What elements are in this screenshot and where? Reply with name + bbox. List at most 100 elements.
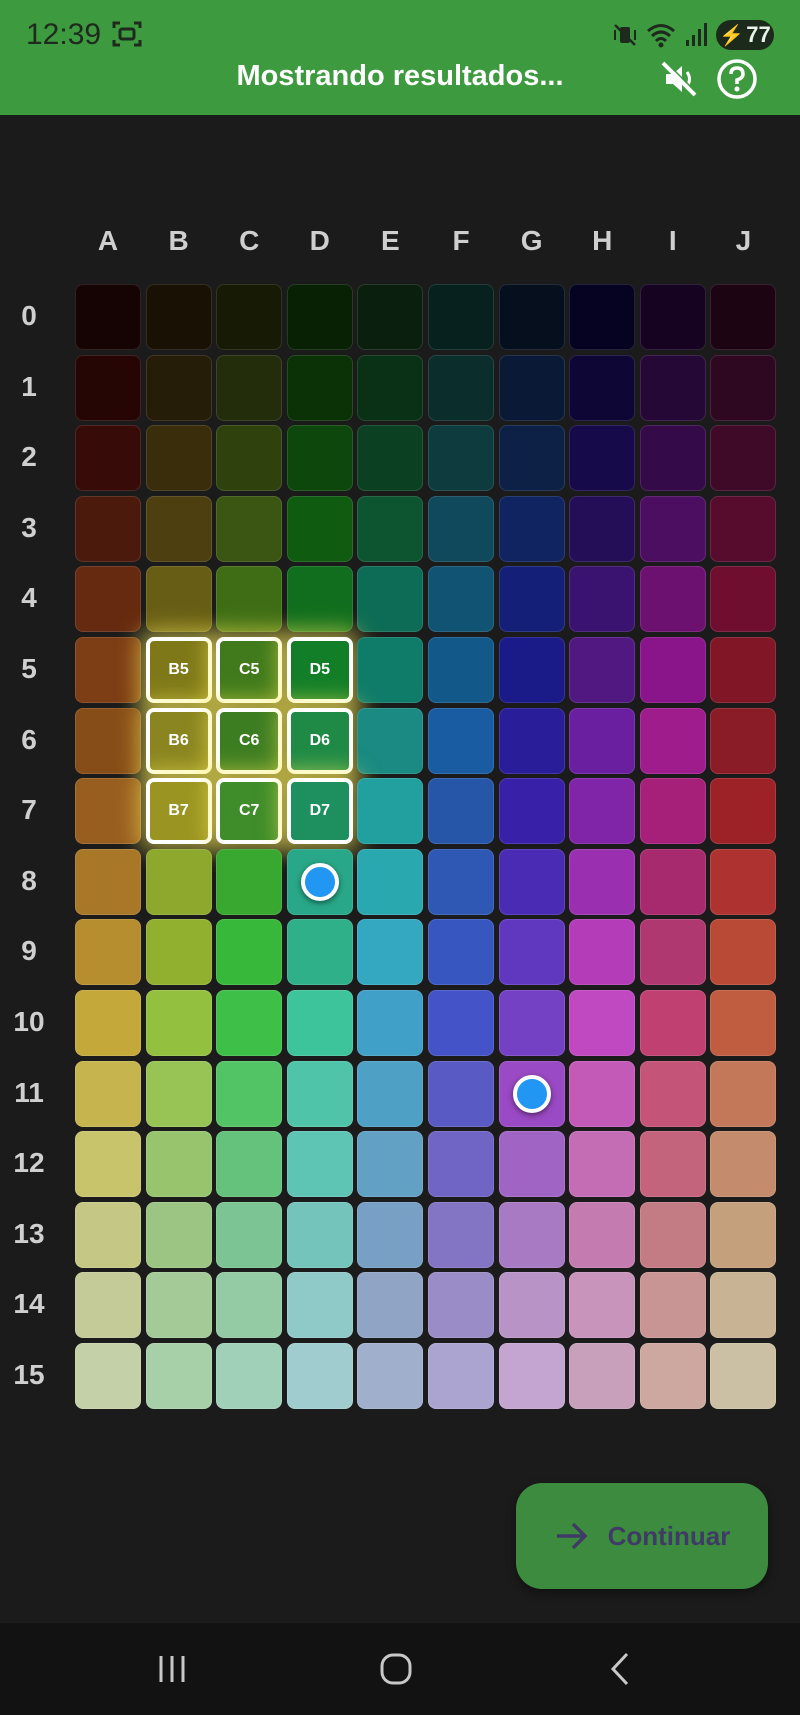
grid-cell-j5[interactable]	[710, 637, 777, 703]
grid-cell-j0[interactable]	[710, 284, 777, 350]
grid-cell-h11[interactable]	[569, 1060, 636, 1127]
grid-cell-j2[interactable]	[710, 425, 777, 492]
grid-cell-j8[interactable]	[710, 848, 777, 915]
grid-cell-h15[interactable]	[569, 1343, 636, 1409]
grid-cell-e6[interactable]	[357, 707, 424, 774]
grid-cell-e4[interactable]	[357, 566, 424, 633]
grid-cell-h14[interactable]	[569, 1272, 636, 1339]
grid-cell-e10[interactable]	[357, 990, 424, 1056]
grid-cell-i2[interactable]	[639, 425, 706, 492]
recent-apps-icon[interactable]	[142, 1643, 202, 1695]
grid-cell-f15[interactable]	[428, 1343, 494, 1409]
grid-cell-a7[interactable]	[75, 778, 141, 845]
grid-cell-i8[interactable]	[639, 848, 706, 915]
grid-cell-e1[interactable]	[357, 354, 424, 421]
grid-cell-c8[interactable]	[216, 848, 283, 915]
grid-cell-f13[interactable]	[428, 1201, 494, 1268]
grid-cell-b9[interactable]	[145, 919, 212, 986]
grid-cell-c5[interactable]: C5	[216, 637, 283, 703]
grid-cell-a0[interactable]	[75, 284, 141, 350]
grid-cell-f2[interactable]	[428, 425, 494, 492]
grid-cell-e3[interactable]	[357, 495, 424, 562]
grid-cell-c3[interactable]	[216, 495, 283, 562]
grid-cell-e15[interactable]	[357, 1343, 424, 1409]
grid-cell-i5[interactable]	[639, 637, 706, 703]
grid-cell-e0[interactable]	[357, 284, 424, 350]
grid-cell-h1[interactable]	[569, 354, 636, 421]
grid-cell-h7[interactable]	[569, 778, 636, 845]
grid-cell-b8[interactable]	[145, 848, 212, 915]
grid-cell-i1[interactable]	[639, 354, 706, 421]
grid-cell-d15[interactable]	[286, 1343, 353, 1409]
grid-cell-d3[interactable]	[286, 495, 353, 562]
grid-cell-b2[interactable]	[145, 425, 212, 492]
grid-cell-i14[interactable]	[639, 1272, 706, 1339]
grid-cell-j4[interactable]	[710, 566, 777, 633]
grid-cell-a11[interactable]	[75, 1060, 141, 1127]
grid-cell-c12[interactable]	[216, 1131, 283, 1198]
grid-cell-g3[interactable]	[498, 495, 565, 562]
grid-cell-a13[interactable]	[75, 1201, 141, 1268]
home-icon[interactable]	[366, 1643, 426, 1695]
grid-cell-j3[interactable]	[710, 495, 777, 562]
grid-cell-j10[interactable]	[710, 990, 777, 1056]
grid-cell-c10[interactable]	[216, 990, 283, 1056]
grid-cell-d13[interactable]	[286, 1201, 353, 1268]
grid-cell-e7[interactable]	[357, 778, 424, 845]
grid-cell-f8[interactable]	[428, 848, 494, 915]
grid-cell-h6[interactable]	[569, 707, 636, 774]
grid-cell-i11[interactable]	[639, 1060, 706, 1127]
grid-cell-c14[interactable]	[216, 1272, 283, 1339]
grid-cell-h2[interactable]	[569, 425, 636, 492]
grid-cell-j14[interactable]	[710, 1272, 777, 1339]
grid-cell-c2[interactable]	[216, 425, 283, 492]
grid-cell-a14[interactable]	[75, 1272, 141, 1339]
continue-button[interactable]: Continuar	[516, 1483, 768, 1589]
grid-cell-g12[interactable]	[498, 1131, 565, 1198]
grid-cell-c4[interactable]	[216, 566, 283, 633]
grid-cell-j9[interactable]	[710, 919, 777, 986]
grid-cell-g13[interactable]	[498, 1201, 565, 1268]
grid-cell-c11[interactable]	[216, 1060, 283, 1127]
grid-cell-d7[interactable]: D7	[286, 778, 353, 845]
grid-cell-e8[interactable]	[357, 848, 424, 915]
grid-cell-b6[interactable]: B6	[145, 707, 212, 774]
grid-cell-e5[interactable]	[357, 637, 424, 703]
grid-cell-c1[interactable]	[216, 354, 283, 421]
grid-cell-f5[interactable]	[428, 637, 494, 703]
grid-cell-g8[interactable]	[498, 848, 565, 915]
grid-cell-d14[interactable]	[286, 1272, 353, 1339]
grid-cell-g4[interactable]	[498, 566, 565, 633]
grid-cell-g15[interactable]	[498, 1343, 565, 1409]
grid-cell-g1[interactable]	[498, 354, 565, 421]
grid-cell-a2[interactable]	[75, 425, 141, 492]
grid-cell-b15[interactable]	[145, 1343, 212, 1409]
grid-cell-b13[interactable]	[145, 1201, 212, 1268]
back-icon[interactable]	[590, 1643, 650, 1695]
grid-cell-j1[interactable]	[710, 354, 777, 421]
grid-cell-g10[interactable]	[498, 990, 565, 1056]
grid-cell-e14[interactable]	[357, 1272, 424, 1339]
grid-cell-h8[interactable]	[569, 848, 636, 915]
grid-cell-h5[interactable]	[569, 637, 636, 703]
grid-cell-c13[interactable]	[216, 1201, 283, 1268]
grid-cell-j12[interactable]	[710, 1131, 777, 1198]
grid-cell-a15[interactable]	[75, 1343, 141, 1409]
grid-cell-d10[interactable]	[286, 990, 353, 1056]
grid-cell-e12[interactable]	[357, 1131, 424, 1198]
grid-cell-i15[interactable]	[639, 1343, 706, 1409]
grid-cell-j13[interactable]	[710, 1201, 777, 1268]
grid-cell-a10[interactable]	[75, 990, 141, 1056]
grid-cell-a9[interactable]	[75, 919, 141, 986]
grid-cell-d6[interactable]: D6	[286, 707, 353, 774]
grid-cell-f0[interactable]	[428, 284, 494, 350]
grid-cell-i0[interactable]	[639, 284, 706, 350]
grid-cell-b0[interactable]	[145, 284, 212, 350]
grid-cell-c7[interactable]: C7	[216, 778, 283, 845]
grid-cell-a1[interactable]	[75, 354, 141, 421]
grid-cell-a4[interactable]	[75, 566, 141, 633]
grid-cell-d0[interactable]	[286, 284, 353, 350]
volume-off-icon[interactable]	[658, 58, 700, 100]
grid-cell-h12[interactable]	[569, 1131, 636, 1198]
grid-cell-h4[interactable]	[569, 566, 636, 633]
